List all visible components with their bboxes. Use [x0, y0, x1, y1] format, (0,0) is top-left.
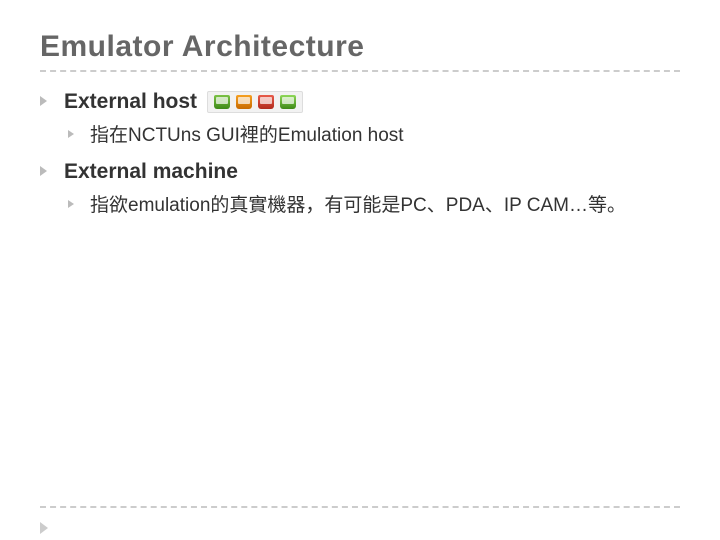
sub-list: 指在NCTUns GUI裡的Emulation host — [68, 122, 680, 150]
item-heading-row: External machine — [64, 160, 680, 184]
list-item: External host 指在NCTUns GUI裡的Emulation ho… — [40, 90, 680, 150]
node-icon — [214, 95, 230, 109]
sub-item: 指欲emulation的真實機器，有可能是PC、PDA、IP CAM…等。 — [68, 192, 680, 220]
slide-title: Emulator Architecture — [40, 30, 680, 64]
sub-item: 指在NCTUns GUI裡的Emulation host — [68, 122, 680, 150]
node-icon — [280, 95, 296, 109]
footer-divider — [40, 506, 680, 508]
node-icon — [258, 95, 274, 109]
item-heading: External machine — [64, 160, 238, 184]
gui-host-nodes-icon — [207, 91, 303, 113]
list-item: External machine 指欲emulation的真實機器，有可能是PC… — [40, 160, 680, 220]
item-heading-row: External host — [64, 90, 680, 114]
content-list: External host 指在NCTUns GUI裡的Emulation ho… — [40, 90, 680, 219]
item-heading: External host — [64, 90, 197, 114]
node-icon — [236, 95, 252, 109]
footer-arrow-icon — [40, 522, 48, 534]
sub-list: 指欲emulation的真實機器，有可能是PC、PDA、IP CAM…等。 — [68, 192, 680, 220]
slide: Emulator Architecture External host 指在NC… — [0, 0, 720, 540]
title-divider — [40, 70, 680, 72]
